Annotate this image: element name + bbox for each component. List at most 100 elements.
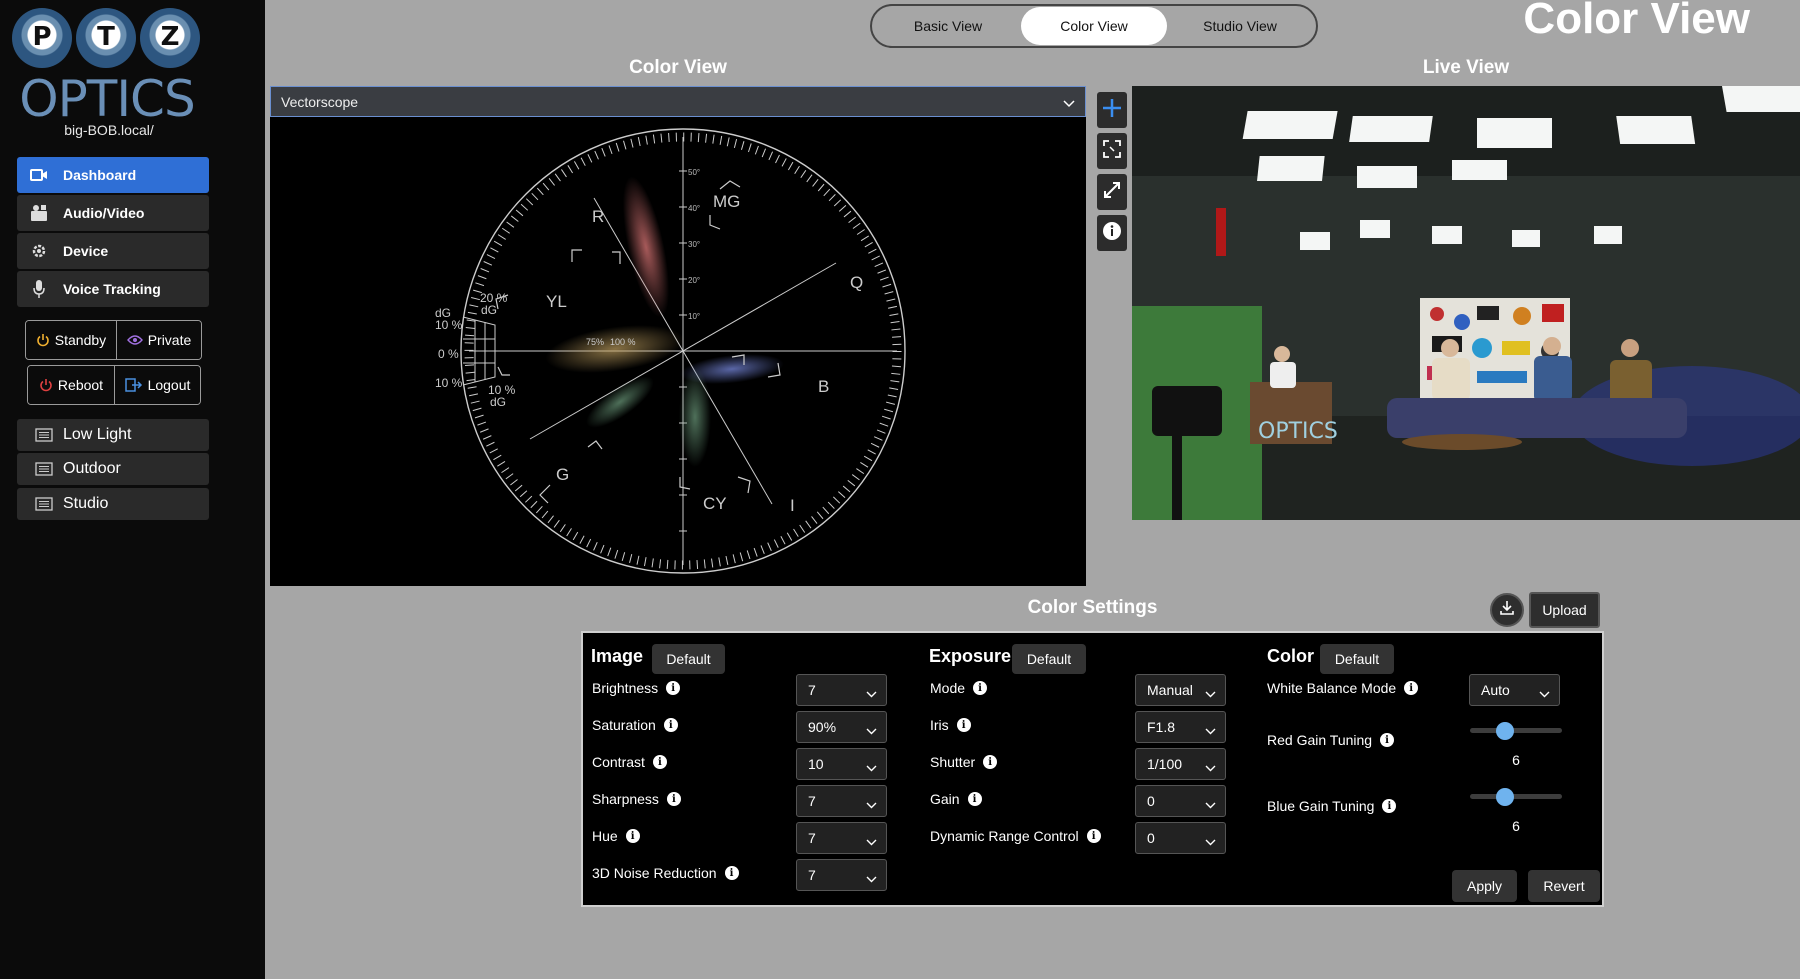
preset-outdoor[interactable]: Outdoor bbox=[17, 453, 209, 485]
download-settings-button[interactable] bbox=[1490, 593, 1524, 627]
standby-private-group: Standby Private bbox=[25, 320, 202, 360]
revert-button[interactable]: Revert bbox=[1528, 870, 1600, 902]
hostname-label: big-BOB.local/ bbox=[64, 122, 154, 138]
blue-gain-value: 6 bbox=[1512, 818, 1520, 834]
signal-green-trace bbox=[586, 376, 654, 428]
image-default-button[interactable]: Default bbox=[652, 644, 725, 674]
chevron-down-icon bbox=[1205, 796, 1216, 812]
nav-dashboard[interactable]: Dashboard bbox=[17, 157, 209, 193]
target-label-b: B bbox=[818, 377, 829, 396]
chevron-down-icon bbox=[866, 870, 877, 886]
target-label-yl: YL bbox=[546, 292, 567, 311]
main-nav: Dashboard Audio/Video Device Voice Track… bbox=[17, 157, 209, 309]
logout-button[interactable]: Logout bbox=[114, 366, 200, 404]
saturation-select[interactable]: 90% bbox=[796, 711, 887, 743]
contrast-select[interactable]: 10 bbox=[796, 748, 887, 780]
info-icon[interactable]: i bbox=[983, 755, 998, 769]
preset-studio[interactable]: Studio bbox=[17, 488, 209, 520]
private-button[interactable]: Private bbox=[115, 321, 201, 359]
nav-audio-video[interactable]: Audio/Video bbox=[17, 195, 209, 231]
tab-color-view[interactable]: Color View bbox=[1021, 7, 1167, 45]
sharpness-select[interactable]: 7 bbox=[796, 785, 887, 817]
zoom-in-button[interactable] bbox=[1097, 92, 1127, 128]
exposure-section-title: Exposure bbox=[929, 646, 1012, 666]
drc-select[interactable]: 0 bbox=[1135, 822, 1226, 854]
expand-icon bbox=[1102, 139, 1122, 164]
sidebar: P T Z OPTICS big-BOB.local/ Dashboard Au… bbox=[0, 0, 265, 979]
signal-cyan-trace bbox=[679, 367, 711, 467]
drc-label: Dynamic Range Control i bbox=[930, 828, 1101, 844]
axis-label-i: I bbox=[790, 496, 795, 515]
signal-red-trace bbox=[622, 176, 670, 318]
standby-button[interactable]: Standby bbox=[26, 321, 116, 359]
tick-label: 30° bbox=[688, 240, 700, 249]
exposure-mode-select[interactable]: Manual bbox=[1135, 674, 1226, 706]
color-default-button[interactable]: Default bbox=[1320, 644, 1394, 674]
hue-select[interactable]: 7 bbox=[796, 822, 887, 854]
audio-video-icon bbox=[27, 203, 51, 223]
apply-button[interactable]: Apply bbox=[1452, 870, 1517, 902]
image-section-title: Image bbox=[591, 646, 644, 666]
chevron-down-icon bbox=[1063, 95, 1075, 111]
red-gain-value: 6 bbox=[1512, 752, 1520, 768]
info-icon[interactable]: i bbox=[967, 792, 982, 806]
shutter-select[interactable]: 1/100 bbox=[1135, 748, 1226, 780]
info-icon[interactable]: i bbox=[1404, 681, 1419, 695]
nav-voice-tracking[interactable]: Voice Tracking bbox=[17, 271, 209, 307]
vectorscope-graph: R MG B CY G YL Q I 50° 40° 30° 20° 10° d… bbox=[435, 128, 906, 574]
info-icon[interactable]: i bbox=[1382, 799, 1397, 813]
chevron-down-icon bbox=[866, 796, 877, 812]
gain-select[interactable]: 0 bbox=[1135, 785, 1226, 817]
gain-label: Gain i bbox=[930, 791, 982, 807]
color-settings-title: Color Settings bbox=[1027, 597, 1158, 618]
reboot-button[interactable]: Reboot bbox=[28, 366, 114, 404]
tab-studio-view[interactable]: Studio View bbox=[1167, 7, 1313, 45]
logout-icon bbox=[124, 378, 143, 392]
scope-mode-select[interactable]: Vectorscope bbox=[270, 86, 1086, 117]
preset-low-light[interactable]: Low Light bbox=[17, 419, 209, 451]
upload-settings-button[interactable]: Upload bbox=[1529, 592, 1600, 628]
info-button[interactable] bbox=[1097, 215, 1127, 251]
fit-button[interactable] bbox=[1097, 133, 1127, 169]
chevron-down-icon bbox=[1205, 833, 1216, 849]
brightness-select[interactable]: 7 bbox=[796, 674, 887, 706]
info-icon bbox=[1102, 221, 1122, 246]
blue-gain-label: Blue Gain Tuning i bbox=[1267, 798, 1397, 814]
power-icon bbox=[36, 333, 50, 347]
white-balance-select[interactable]: Auto bbox=[1469, 674, 1560, 706]
target-label-g: G bbox=[556, 465, 569, 484]
info-icon[interactable]: i bbox=[666, 792, 681, 806]
left-scale-label: 0 % bbox=[438, 347, 459, 361]
red-gain-slider[interactable] bbox=[1470, 720, 1562, 740]
nav-device[interactable]: Device bbox=[17, 233, 209, 269]
iris-select[interactable]: F1.8 bbox=[1135, 711, 1226, 743]
info-icon[interactable]: i bbox=[724, 866, 739, 880]
list-icon bbox=[35, 428, 53, 442]
chevron-down-icon bbox=[866, 685, 877, 701]
download-icon bbox=[1499, 600, 1515, 621]
info-icon[interactable]: i bbox=[625, 829, 640, 843]
blue-gain-slider[interactable] bbox=[1470, 786, 1562, 806]
info-icon[interactable]: i bbox=[956, 718, 971, 732]
info-icon[interactable]: i bbox=[1086, 829, 1101, 843]
noise-reduction-select[interactable]: 7 bbox=[796, 859, 887, 891]
info-icon[interactable]: i bbox=[652, 755, 667, 769]
info-icon[interactable]: i bbox=[973, 681, 988, 695]
chevron-down-icon bbox=[1205, 722, 1216, 738]
slider-thumb[interactable] bbox=[1496, 722, 1514, 740]
resize-button[interactable] bbox=[1097, 174, 1127, 210]
eye-icon bbox=[126, 334, 143, 346]
info-icon[interactable]: i bbox=[663, 718, 678, 732]
color-settings-panel: Image Default Brightness i 7 Saturation i … bbox=[581, 631, 1604, 907]
iris-label: Iris i bbox=[930, 717, 971, 733]
tick-label: 20° bbox=[688, 276, 700, 285]
slider-thumb[interactable] bbox=[1496, 788, 1514, 806]
exposure-default-button[interactable]: Default bbox=[1012, 644, 1086, 674]
info-icon[interactable]: i bbox=[666, 681, 681, 695]
color-section-title: Color bbox=[1267, 646, 1314, 666]
gain-label-upper-sub: dG bbox=[481, 303, 497, 317]
microphone-icon bbox=[27, 279, 51, 299]
gear-icon bbox=[27, 241, 51, 261]
info-icon[interactable]: i bbox=[1380, 733, 1395, 747]
tab-basic-view[interactable]: Basic View bbox=[875, 7, 1021, 45]
